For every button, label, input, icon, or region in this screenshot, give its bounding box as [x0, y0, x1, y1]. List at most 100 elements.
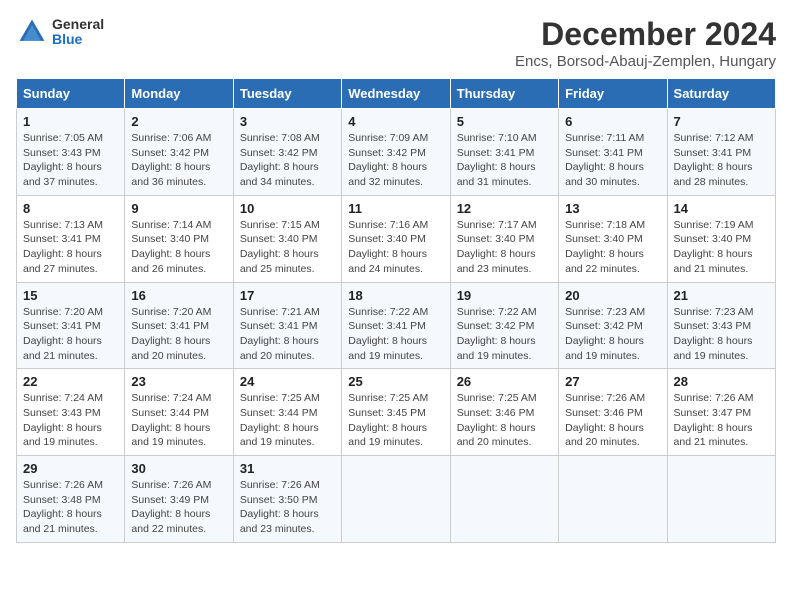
- day-number: 17: [240, 288, 335, 303]
- day-number: 4: [348, 114, 443, 129]
- calendar-cell: 1 Sunrise: 7:05 AMSunset: 3:43 PMDaylight…: [17, 109, 125, 196]
- day-detail: Sunrise: 7:18 AMSunset: 3:40 PMDaylight:…: [565, 219, 645, 275]
- day-detail: Sunrise: 7:26 AMSunset: 3:48 PMDaylight:…: [23, 479, 103, 535]
- calendar-cell: 10Sunrise: 7:15 AMSunset: 3:40 PMDayligh…: [233, 195, 341, 282]
- day-number: 15: [23, 288, 118, 303]
- day-number: 10: [240, 201, 335, 216]
- header-cell-sunday: Sunday: [17, 79, 125, 109]
- day-detail: Sunrise: 7:26 AMSunset: 3:49 PMDaylight:…: [131, 479, 211, 535]
- header-cell-friday: Friday: [559, 79, 667, 109]
- calendar-cell: 26Sunrise: 7:25 AMSunset: 3:46 PMDayligh…: [450, 369, 558, 456]
- day-detail: Sunrise: 7:06 AMSunset: 3:42 PMDaylight:…: [131, 132, 211, 188]
- day-detail: Sunrise: 7:10 AMSunset: 3:41 PMDaylight:…: [457, 132, 537, 188]
- day-number: 3: [240, 114, 335, 129]
- calendar-week-4: 22 Sunrise: 7:24 AMSunset: 3:43 PMDayligh…: [17, 369, 776, 456]
- calendar-cell: 29 Sunrise: 7:26 AMSunset: 3:48 PMDayligh…: [17, 456, 125, 543]
- calendar-week-5: 29 Sunrise: 7:26 AMSunset: 3:48 PMDayligh…: [17, 456, 776, 543]
- day-detail: Sunrise: 7:25 AMSunset: 3:45 PMDaylight:…: [348, 392, 428, 448]
- day-detail: Sunrise: 7:25 AMSunset: 3:46 PMDaylight:…: [457, 392, 537, 448]
- day-number: 27: [565, 374, 660, 389]
- header-cell-saturday: Saturday: [667, 79, 775, 109]
- day-detail: Sunrise: 7:25 AMSunset: 3:44 PMDaylight:…: [240, 392, 320, 448]
- header-cell-tuesday: Tuesday: [233, 79, 341, 109]
- calendar-cell: 3Sunrise: 7:08 AMSunset: 3:42 PMDaylight…: [233, 109, 341, 196]
- calendar-cell: 5Sunrise: 7:10 AMSunset: 3:41 PMDaylight…: [450, 109, 558, 196]
- calendar-cell: 4 Sunrise: 7:09 AMSunset: 3:42 PMDaylight…: [342, 109, 450, 196]
- day-number: 20: [565, 288, 660, 303]
- calendar-cell: 27 Sunrise: 7:26 AMSunset: 3:46 PMDayligh…: [559, 369, 667, 456]
- calendar-cell: 25 Sunrise: 7:25 AMSunset: 3:45 PMDayligh…: [342, 369, 450, 456]
- header-cell-monday: Monday: [125, 79, 233, 109]
- day-detail: Sunrise: 7:24 AMSunset: 3:44 PMDaylight:…: [131, 392, 211, 448]
- calendar-body: 1 Sunrise: 7:05 AMSunset: 3:43 PMDaylight…: [17, 109, 776, 543]
- calendar-cell: 6 Sunrise: 7:11 AMSunset: 3:41 PMDaylight…: [559, 109, 667, 196]
- day-number: 21: [674, 288, 769, 303]
- day-detail: Sunrise: 7:20 AMSunset: 3:41 PMDaylight:…: [23, 306, 103, 362]
- day-number: 31: [240, 461, 335, 476]
- calendar-cell: 24 Sunrise: 7:25 AMSunset: 3:44 PMDayligh…: [233, 369, 341, 456]
- calendar-cell: [342, 456, 450, 543]
- day-detail: Sunrise: 7:24 AMSunset: 3:43 PMDaylight:…: [23, 392, 103, 448]
- calendar-week-2: 8 Sunrise: 7:13 AMSunset: 3:41 PMDaylight…: [17, 195, 776, 282]
- subtitle: Encs, Borsod-Abauj-Zemplen, Hungary: [515, 53, 776, 70]
- day-number: 22: [23, 374, 118, 389]
- day-number: 24: [240, 374, 335, 389]
- calendar-cell: 13 Sunrise: 7:18 AMSunset: 3:40 PMDayligh…: [559, 195, 667, 282]
- day-detail: Sunrise: 7:11 AMSunset: 3:41 PMDaylight:…: [565, 132, 644, 188]
- day-detail: Sunrise: 7:26 AMSunset: 3:46 PMDaylight:…: [565, 392, 645, 448]
- day-detail: Sunrise: 7:21 AMSunset: 3:41 PMDaylight:…: [240, 306, 320, 362]
- logo-icon: [16, 16, 48, 48]
- day-number: 19: [457, 288, 552, 303]
- calendar-cell: 8 Sunrise: 7:13 AMSunset: 3:41 PMDaylight…: [17, 195, 125, 282]
- calendar-cell: 12Sunrise: 7:17 AMSunset: 3:40 PMDayligh…: [450, 195, 558, 282]
- day-detail: Sunrise: 7:22 AMSunset: 3:42 PMDaylight:…: [457, 306, 537, 362]
- day-number: 12: [457, 201, 552, 216]
- title-block: December 2024 Encs, Borsod-Abauj-Zemplen…: [515, 16, 776, 70]
- day-number: 11: [348, 201, 443, 216]
- calendar-cell: 9Sunrise: 7:14 AMSunset: 3:40 PMDaylight…: [125, 195, 233, 282]
- logo-general-label: General: [52, 17, 104, 32]
- calendar-week-1: 1 Sunrise: 7:05 AMSunset: 3:43 PMDaylight…: [17, 109, 776, 196]
- calendar-week-3: 15 Sunrise: 7:20 AMSunset: 3:41 PMDayligh…: [17, 282, 776, 369]
- day-number: 14: [674, 201, 769, 216]
- calendar-cell: 2 Sunrise: 7:06 AMSunset: 3:42 PMDaylight…: [125, 109, 233, 196]
- day-number: 18: [348, 288, 443, 303]
- day-number: 9: [131, 201, 226, 216]
- day-number: 25: [348, 374, 443, 389]
- day-detail: Sunrise: 7:26 AMSunset: 3:47 PMDaylight:…: [674, 392, 754, 448]
- calendar-cell: 11 Sunrise: 7:16 AMSunset: 3:40 PMDayligh…: [342, 195, 450, 282]
- day-number: 2: [131, 114, 226, 129]
- day-number: 23: [131, 374, 226, 389]
- calendar-cell: [559, 456, 667, 543]
- day-detail: Sunrise: 7:19 AMSunset: 3:40 PMDaylight:…: [674, 219, 754, 275]
- calendar-cell: 23 Sunrise: 7:24 AMSunset: 3:44 PMDayligh…: [125, 369, 233, 456]
- day-detail: Sunrise: 7:16 AMSunset: 3:40 PMDaylight:…: [348, 219, 428, 275]
- day-number: 1: [23, 114, 118, 129]
- calendar-cell: 19 Sunrise: 7:22 AMSunset: 3:42 PMDayligh…: [450, 282, 558, 369]
- day-number: 29: [23, 461, 118, 476]
- logo-blue-label: Blue: [52, 32, 104, 47]
- day-detail: Sunrise: 7:23 AMSunset: 3:42 PMDaylight:…: [565, 306, 645, 362]
- day-number: 28: [674, 374, 769, 389]
- calendar-cell: [450, 456, 558, 543]
- day-detail: Sunrise: 7:20 AMSunset: 3:41 PMDaylight:…: [131, 306, 211, 362]
- calendar-cell: 28 Sunrise: 7:26 AMSunset: 3:47 PMDayligh…: [667, 369, 775, 456]
- day-number: 6: [565, 114, 660, 129]
- day-detail: Sunrise: 7:09 AMSunset: 3:42 PMDaylight:…: [348, 132, 428, 188]
- page-header: General Blue December 2024 Encs, Borsod-…: [16, 16, 776, 70]
- calendar-cell: [667, 456, 775, 543]
- header-row: SundayMondayTuesdayWednesdayThursdayFrid…: [17, 79, 776, 109]
- calendar-table: SundayMondayTuesdayWednesdayThursdayFrid…: [16, 78, 776, 543]
- day-detail: Sunrise: 7:12 AMSunset: 3:41 PMDaylight:…: [674, 132, 754, 188]
- day-number: 8: [23, 201, 118, 216]
- header-cell-thursday: Thursday: [450, 79, 558, 109]
- logo: General Blue: [16, 16, 104, 48]
- calendar-cell: 30 Sunrise: 7:26 AMSunset: 3:49 PMDayligh…: [125, 456, 233, 543]
- day-detail: Sunrise: 7:13 AMSunset: 3:41 PMDaylight:…: [23, 219, 103, 275]
- calendar-cell: 15 Sunrise: 7:20 AMSunset: 3:41 PMDayligh…: [17, 282, 125, 369]
- day-detail: Sunrise: 7:05 AMSunset: 3:43 PMDaylight:…: [23, 132, 103, 188]
- day-number: 30: [131, 461, 226, 476]
- logo-text: General Blue: [52, 17, 104, 48]
- day-number: 13: [565, 201, 660, 216]
- calendar-cell: 16Sunrise: 7:20 AMSunset: 3:41 PMDayligh…: [125, 282, 233, 369]
